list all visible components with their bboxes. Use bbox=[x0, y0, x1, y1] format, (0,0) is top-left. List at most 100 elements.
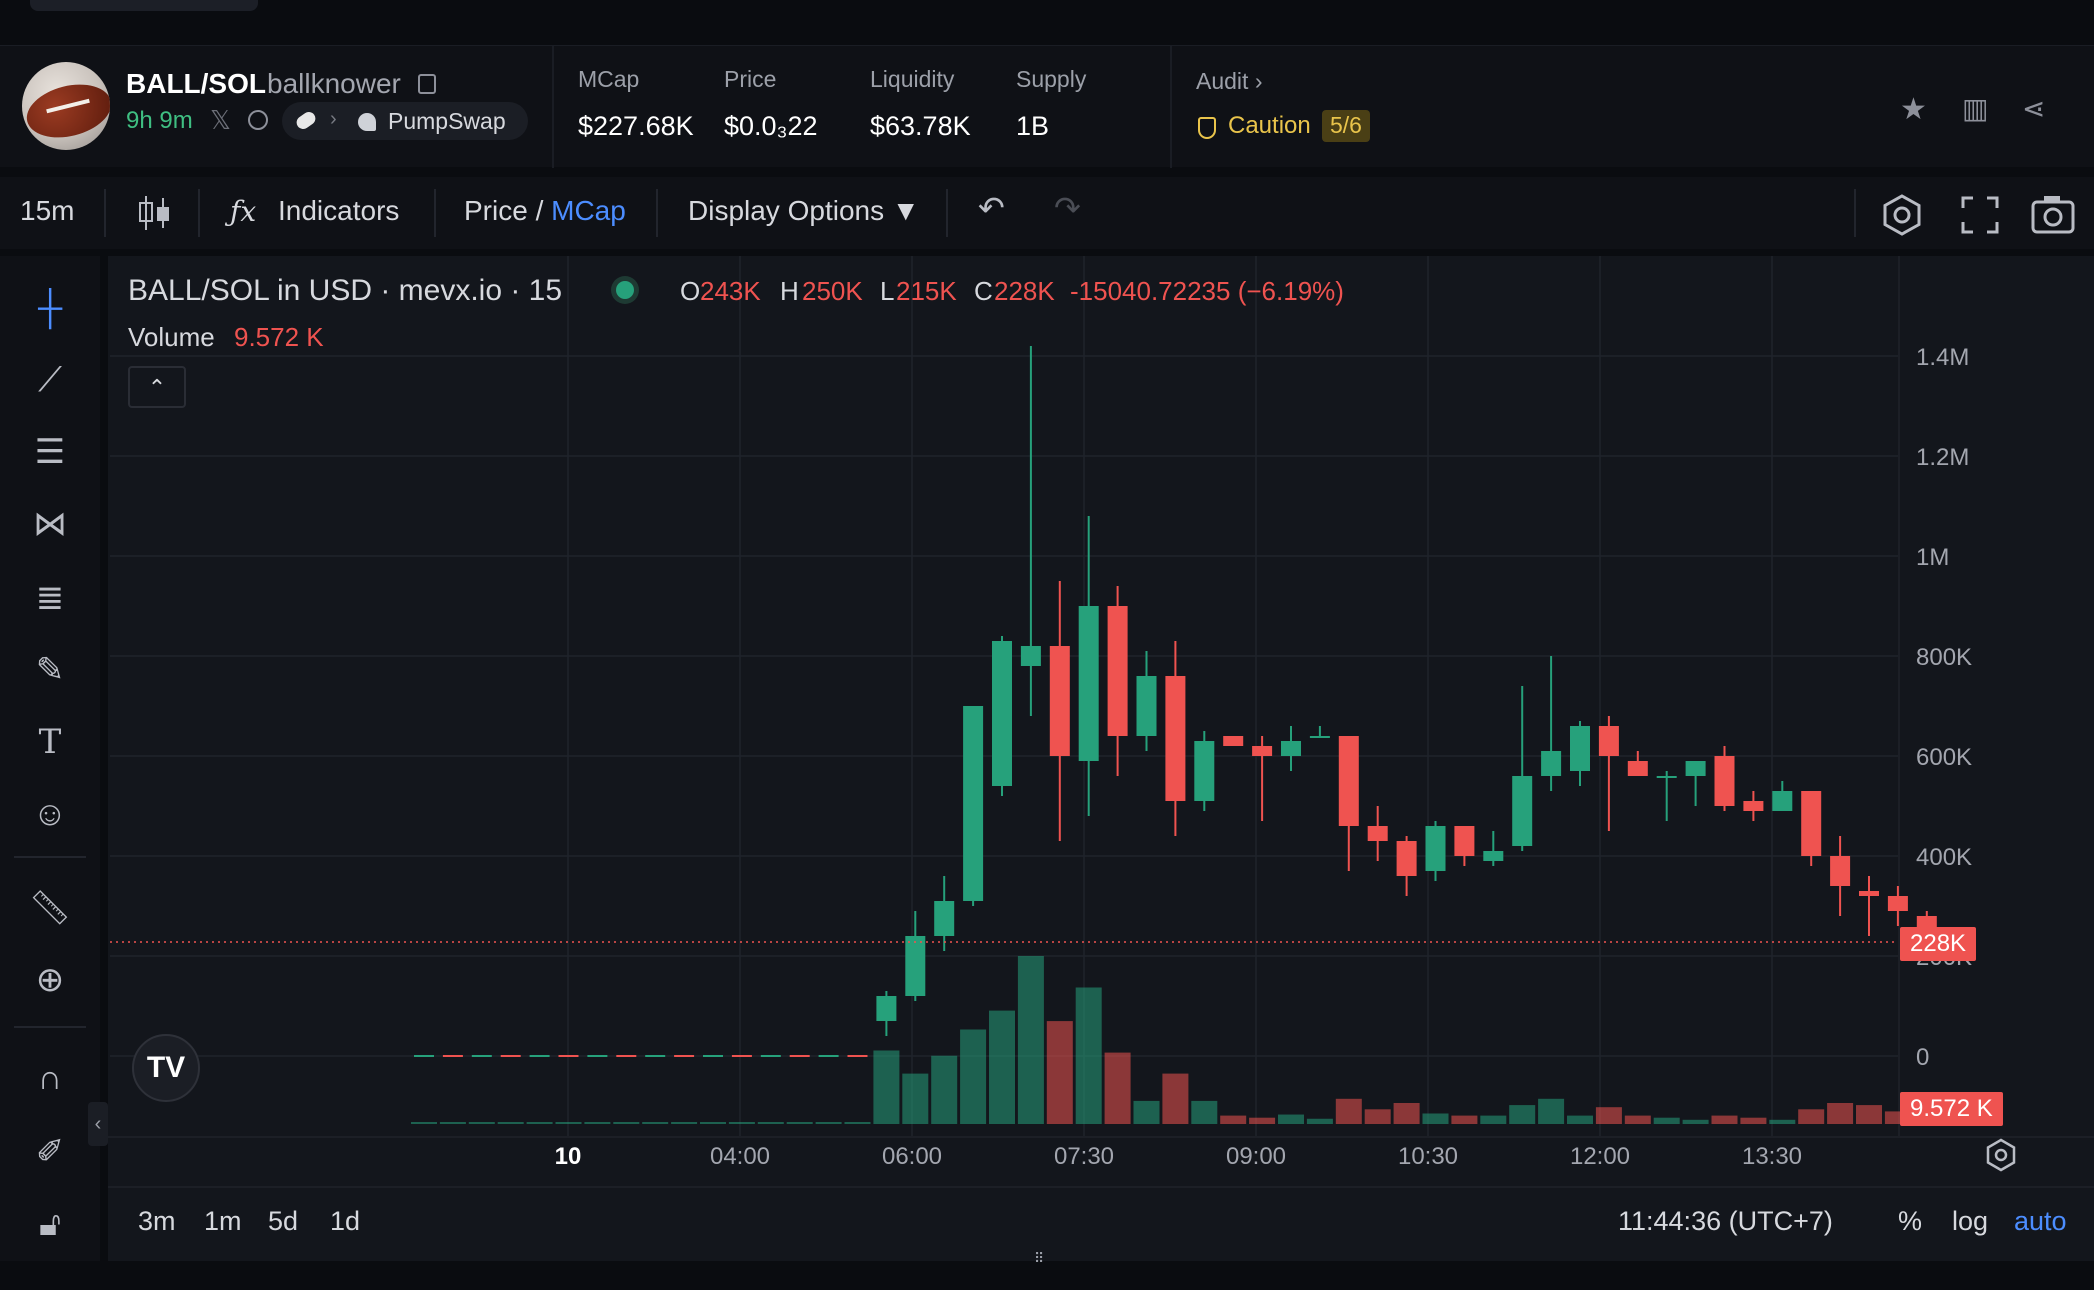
top-tab-pill[interactable] bbox=[30, 0, 258, 11]
candle-body bbox=[1338, 736, 1359, 826]
time-axis-label: 07:30 bbox=[1054, 1143, 1114, 1170]
candle-style-icon[interactable] bbox=[136, 194, 172, 232]
candle-body bbox=[558, 1055, 579, 1057]
volume-bar bbox=[1856, 1105, 1882, 1124]
search-icon[interactable] bbox=[248, 110, 268, 130]
collapse-legend-button[interactable]: ⌃ bbox=[128, 366, 186, 408]
tradingview-logo[interactable]: TV bbox=[132, 1034, 200, 1102]
fib-icon[interactable]: ≣ bbox=[24, 572, 76, 624]
chart-toolbar: 15m ƒx Indicators Price / MCap Display O… bbox=[0, 177, 2094, 249]
time-axis-label: 04:00 bbox=[710, 1143, 770, 1170]
volume-bar bbox=[1682, 1119, 1709, 1124]
candle-body bbox=[789, 1055, 810, 1057]
auto-toggle[interactable]: auto bbox=[2014, 1206, 2067, 1237]
candle-body bbox=[1512, 776, 1533, 846]
low-label: L bbox=[880, 276, 895, 306]
price-axis-label: 1.2M bbox=[1916, 444, 1969, 471]
volume-bar bbox=[1393, 1103, 1420, 1124]
price-axis-label: 1M bbox=[1916, 544, 1949, 571]
volume-bar bbox=[1451, 1115, 1478, 1124]
star-icon[interactable]: ★ bbox=[1900, 92, 1927, 127]
horizontal-lines-icon[interactable]: ☰ bbox=[24, 426, 76, 478]
candle-body bbox=[1656, 776, 1677, 778]
candle-body bbox=[674, 1055, 695, 1057]
zoom-in-icon[interactable]: ⊕ bbox=[24, 954, 76, 1006]
volume-bar bbox=[728, 1122, 755, 1124]
price-chart[interactable]: 1.4M1.2M1M800K600K400K200K01004:0006:000… bbox=[108, 256, 2094, 1261]
share-icon[interactable]: ⋖ bbox=[2022, 92, 2045, 125]
log-toggle[interactable]: log bbox=[1952, 1206, 1988, 1237]
audit-link[interactable]: Audit › bbox=[1196, 68, 1263, 95]
settings-icon[interactable] bbox=[1880, 193, 1924, 237]
candle-body bbox=[1859, 891, 1879, 896]
brush-icon[interactable]: ✎ bbox=[24, 644, 76, 696]
candle-body bbox=[1743, 801, 1764, 811]
mcap-option[interactable]: MCap bbox=[551, 195, 626, 226]
volume-bar bbox=[902, 1073, 929, 1124]
caution-score-badge: 5/6 bbox=[1322, 110, 1370, 142]
chart-panel[interactable]: 1.4M1.2M1M800K600K400K200K01004:0006:000… bbox=[108, 256, 2094, 1261]
volume-bar bbox=[584, 1122, 611, 1124]
live-indicator bbox=[616, 281, 634, 299]
x-social-icon[interactable]: 𝕏 bbox=[210, 105, 231, 136]
range-5d[interactable]: 5d bbox=[268, 1206, 298, 1237]
range-3m[interactable]: 3m bbox=[138, 1206, 176, 1237]
text-tool-icon[interactable]: T bbox=[24, 716, 76, 768]
volume-bar bbox=[1104, 1052, 1131, 1124]
bottom-tabs-strip bbox=[0, 1261, 2094, 1290]
volume-bar bbox=[1162, 1073, 1189, 1124]
price-axis-label: 800K bbox=[1916, 644, 1972, 671]
header-divider bbox=[552, 46, 554, 168]
magnet-icon[interactable]: ∩ bbox=[24, 1052, 76, 1104]
volume-bar bbox=[757, 1122, 784, 1124]
candle-body bbox=[1107, 606, 1128, 736]
close-label: C bbox=[974, 276, 993, 306]
lock-drawings-icon[interactable]: ✐ bbox=[24, 1126, 76, 1178]
copy-icon[interactable] bbox=[418, 74, 436, 94]
ruler-icon[interactable]: 📏︎ bbox=[24, 882, 76, 934]
volume-bar bbox=[1133, 1100, 1160, 1124]
candle-body bbox=[414, 1055, 434, 1057]
top-strip bbox=[0, 0, 2094, 36]
undo-icon[interactable]: ↶ bbox=[978, 189, 1005, 227]
price-mcap-toggle[interactable]: Price / MCap bbox=[464, 195, 626, 227]
dex-route-pill[interactable]: › PumpSwap bbox=[282, 102, 528, 140]
interval-selector[interactable]: 15m bbox=[20, 195, 74, 227]
chart-add-icon[interactable]: ▥ bbox=[1962, 92, 1988, 125]
unlock-icon[interactable]: 🔓︎ bbox=[24, 1198, 76, 1250]
bottombar-border bbox=[108, 1186, 2094, 1188]
candle-body bbox=[645, 1055, 666, 1057]
trend-line-icon[interactable]: ⟋ bbox=[24, 354, 76, 406]
volume-bar bbox=[642, 1122, 669, 1124]
high-value: 250K bbox=[802, 276, 863, 306]
range-1d[interactable]: 1d bbox=[330, 1206, 360, 1237]
candle-body bbox=[442, 1055, 463, 1057]
price-option[interactable]: Price bbox=[464, 195, 528, 226]
clock[interactable]: 11:44:36 (UTC+7) bbox=[1618, 1206, 1833, 1237]
candle-body bbox=[1020, 646, 1041, 666]
volume-bar bbox=[1740, 1117, 1767, 1124]
redo-icon[interactable]: ↷ bbox=[1054, 189, 1081, 227]
percent-toggle[interactable]: % bbox=[1898, 1206, 1922, 1237]
camera-icon[interactable] bbox=[2030, 193, 2076, 235]
close-value: 228K bbox=[994, 276, 1055, 306]
header-divider bbox=[1170, 46, 1172, 168]
candle-body bbox=[1772, 791, 1793, 811]
display-options-dropdown[interactable]: Display Options ▼ bbox=[688, 195, 920, 227]
stat-label-mcap: MCap bbox=[578, 66, 640, 92]
axis-settings-icon[interactable] bbox=[1984, 1138, 2018, 1172]
candle-body bbox=[1367, 826, 1388, 841]
pattern-icon[interactable]: ⋈ bbox=[24, 498, 76, 550]
candle-body bbox=[1223, 736, 1244, 746]
collapse-sidebar-button[interactable]: ‹ bbox=[88, 1102, 108, 1146]
dex-name: PumpSwap bbox=[388, 108, 506, 134]
indicators-button[interactable]: Indicators bbox=[278, 195, 399, 227]
fullscreen-icon[interactable] bbox=[1960, 195, 2000, 235]
range-1m[interactable]: 1m bbox=[204, 1206, 242, 1237]
resize-handle[interactable]: ⠿ bbox=[1034, 1250, 1058, 1266]
emoji-icon[interactable]: ☺ bbox=[24, 788, 76, 840]
crosshair-icon[interactable]: ┼ bbox=[24, 282, 76, 334]
stat-value-liquidity: $63.78K bbox=[870, 111, 971, 141]
price-axis-border bbox=[1898, 256, 1900, 1136]
time-axis-label: 10 bbox=[555, 1143, 582, 1170]
